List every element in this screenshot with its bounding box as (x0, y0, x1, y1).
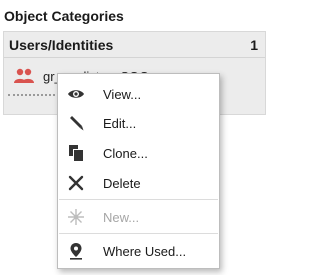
panel-count: 1 (250, 37, 258, 53)
menu-separator (59, 233, 218, 234)
menu-item-new[interactable]: New... (58, 203, 219, 231)
menu-item-edit[interactable]: Edit... (58, 109, 219, 137)
menu-item-clone[interactable]: Clone... (58, 139, 219, 167)
user-group-icon (14, 68, 34, 83)
menu-item-label: Where Used... (103, 243, 187, 259)
clone-icon (69, 145, 83, 161)
menu-item-where-used[interactable]: Where Used... (58, 237, 219, 265)
panel-title: Users/Identities (9, 37, 114, 53)
menu-item-label: Edit... (103, 115, 137, 131)
map-pin-icon (70, 243, 82, 260)
menu-item-label: Clone... (103, 145, 148, 161)
panel-header[interactable]: Users/Identities 1 (4, 32, 265, 58)
pencil-icon (70, 116, 84, 131)
x-icon (68, 175, 84, 191)
eye-icon (68, 90, 84, 98)
sparkle-icon (68, 209, 84, 225)
menu-separator (59, 199, 218, 200)
menu-item-label: View... (103, 86, 142, 102)
menu-item-view[interactable]: View... (58, 80, 219, 108)
menu-item-delete[interactable]: Delete (58, 169, 219, 197)
menu-item-label: Delete (103, 175, 141, 191)
section-title: Object Categories (4, 8, 124, 24)
context-menu: View... Edit... Clone... Delete New... W… (57, 73, 220, 269)
menu-item-label: New... (103, 209, 140, 225)
